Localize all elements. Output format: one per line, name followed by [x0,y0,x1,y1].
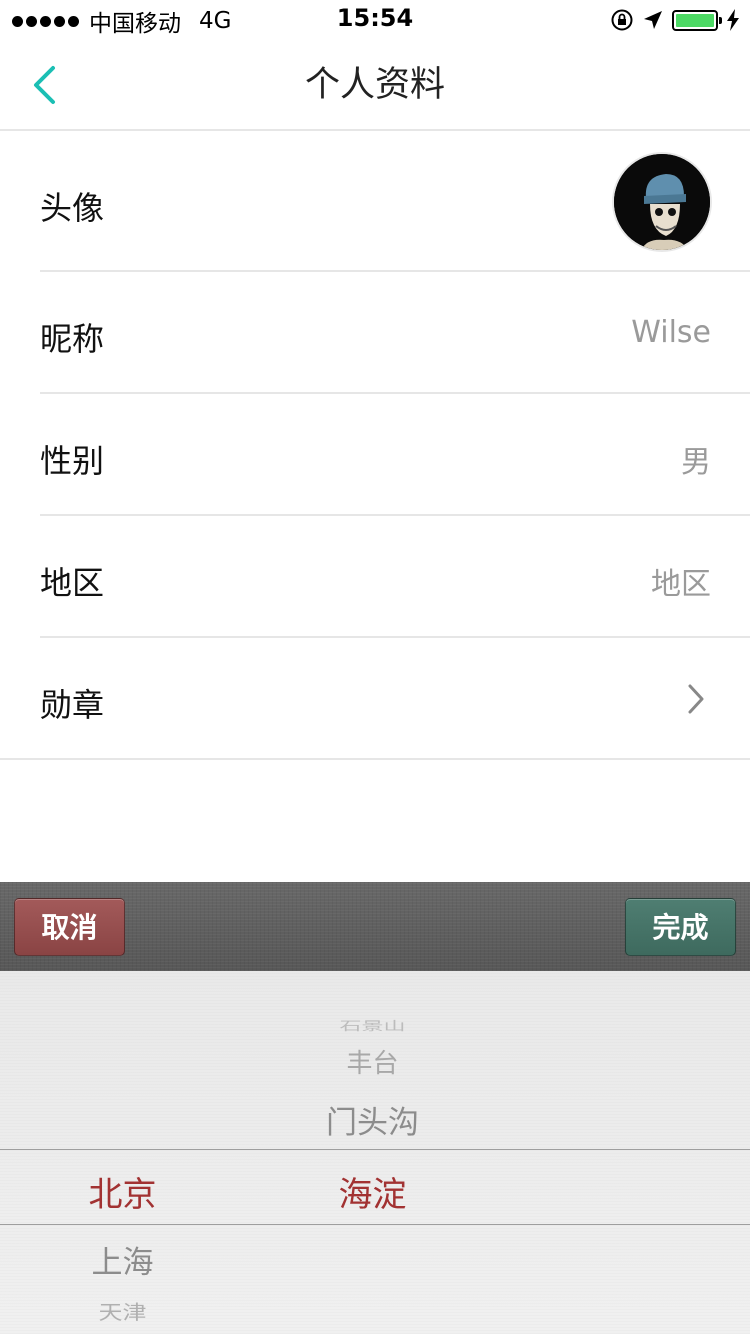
picker-district-selected[interactable]: 海淀 [245,1167,500,1216]
avatar-label: 头像 [40,189,105,227]
region-row[interactable]: 地区 地区 [0,516,750,636]
picker-district-item[interactable]: 丰台 [245,1043,500,1080]
avatar-row[interactable]: 头像 [0,133,750,271]
divider [0,758,750,760]
chevron-left-icon [34,66,55,104]
back-button[interactable] [20,60,68,110]
battery-level [676,13,714,27]
location-arrow-icon [644,11,662,29]
avatar-image [614,154,710,250]
gender-value: 男 [681,445,711,480]
nickname-value: Wilse [631,315,711,350]
region-picker[interactable]: 石景山 丰台 门头沟 海淀 北京 上海 天津 [0,971,750,1334]
cancel-button[interactable]: 取消 [14,898,125,956]
battery-icon [672,9,722,31]
status-bar: 中国移动 4G 15:54 [0,0,750,40]
picker-district-item[interactable]: 门头沟 [245,1097,500,1142]
avatar[interactable] [612,152,712,252]
gender-label: 性别 [40,442,105,480]
rotation-lock-icon [611,9,633,31]
medal-row[interactable]: 勋章 [0,638,750,758]
region-value: 地区 [651,567,711,602]
status-right [610,6,740,34]
nickname-row[interactable]: 昵称 Wilse [0,272,750,392]
gender-row[interactable]: 性别 男 [0,394,750,514]
picker-toolbar: 取消 完成 [0,882,750,971]
medal-label: 勋章 [40,686,105,724]
picker-district-item[interactable]: 石景山 [245,1016,500,1034]
nickname-label: 昵称 [40,320,105,358]
chevron-right-icon [688,684,704,714]
page-title: 个人资料 [304,65,445,105]
charging-bolt-icon [727,9,739,31]
done-button[interactable]: 完成 [625,898,736,956]
nav-bar: 个人资料 [0,40,750,131]
picker-province-item[interactable]: 天津 [0,1297,245,1325]
region-label: 地区 [40,564,105,602]
picker-province-item[interactable]: 上海 [0,1237,245,1282]
picker-province-selected[interactable]: 北京 [0,1167,245,1216]
